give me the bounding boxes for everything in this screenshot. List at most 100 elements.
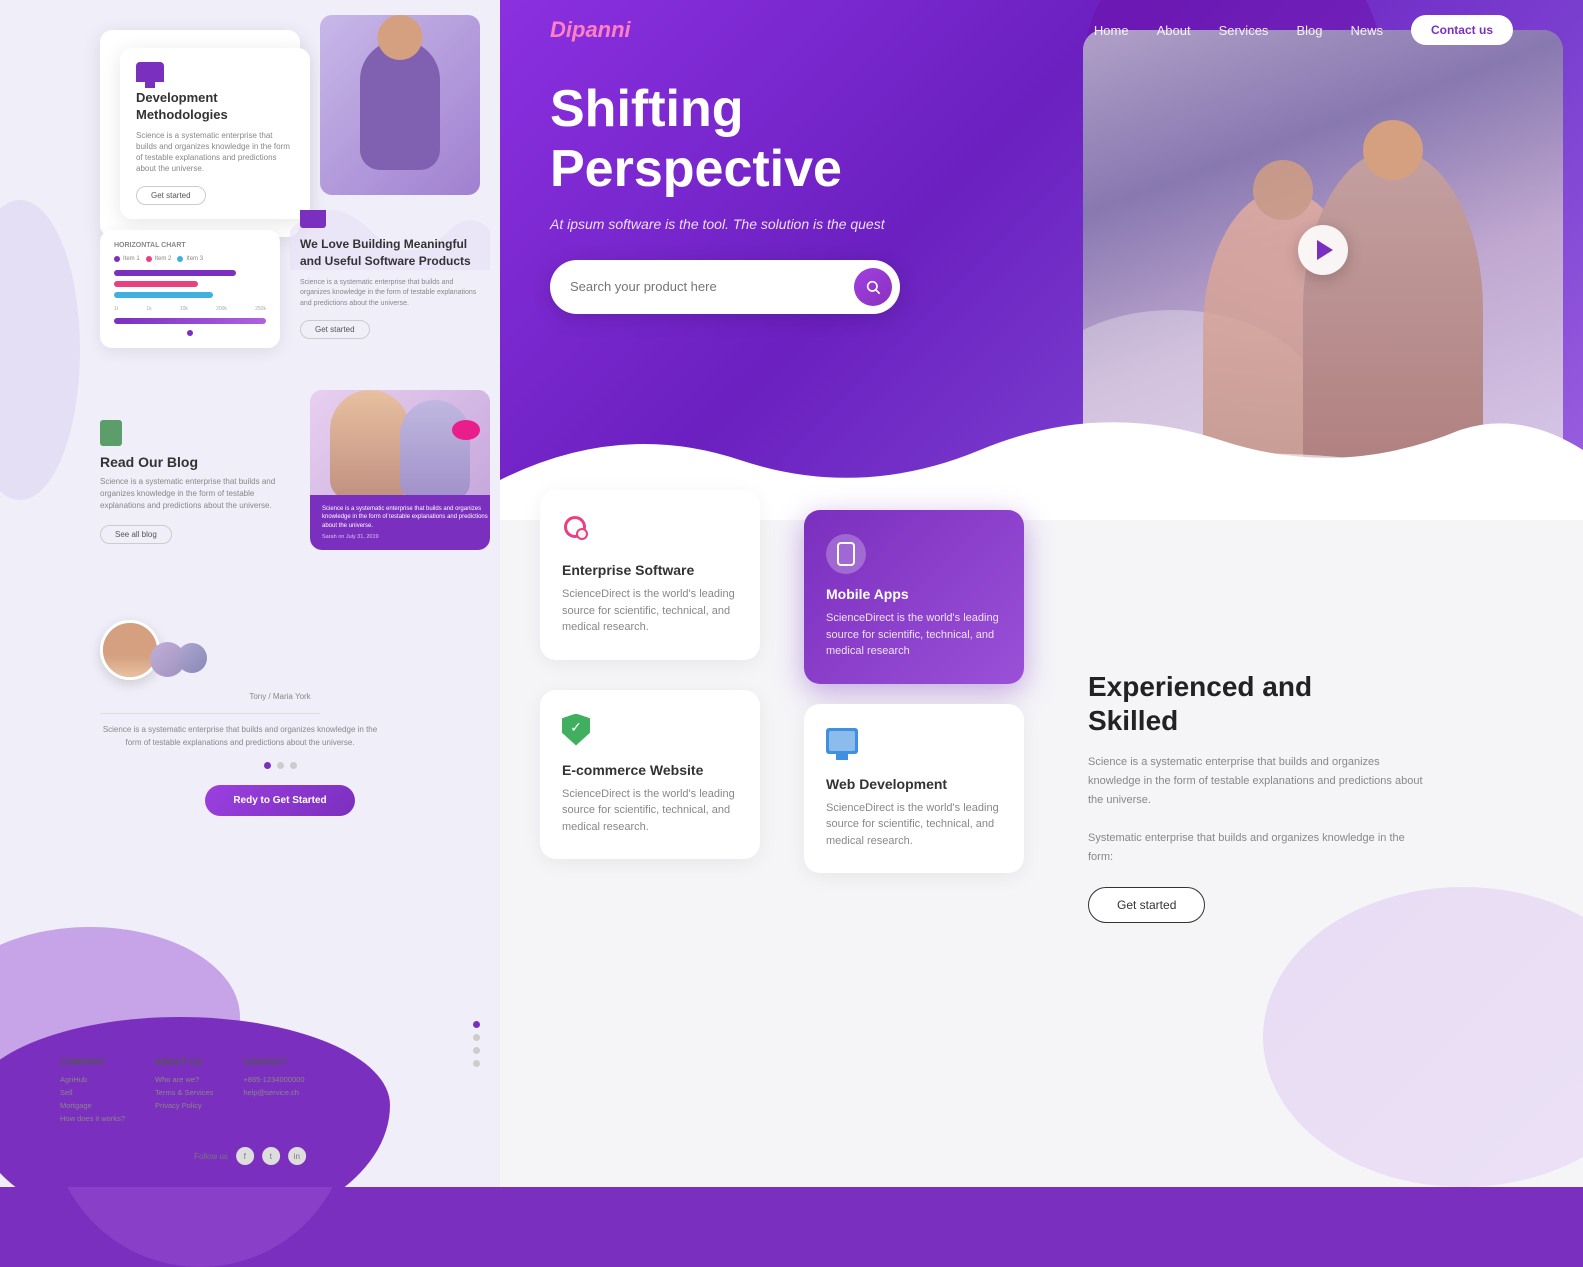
hero-person-head-2 (1253, 160, 1313, 220)
right-blob-1 (1263, 887, 1583, 1187)
footer-link-howdoes[interactable]: How does it works? (60, 1114, 125, 1123)
shield-icon: ✓ (562, 714, 590, 746)
x-label-4: 200k (216, 306, 227, 312)
page-dot-3[interactable] (473, 1047, 480, 1054)
webdev-card: Web Development ScienceDirect is the wor… (804, 704, 1024, 874)
ready-btn[interactable]: Redy to Get Started (205, 785, 354, 816)
avatar-inner (103, 623, 157, 677)
nav-home[interactable]: Home (1094, 23, 1129, 38)
ecommerce-desc: ScienceDirect is the world's leading sou… (562, 786, 738, 836)
blog-date: Sarah on July 31, 2019 (322, 534, 478, 540)
chart-bar-row-2 (114, 281, 266, 287)
person-silhouette (360, 40, 440, 170)
play-button[interactable] (1298, 225, 1348, 275)
search-bar (550, 260, 900, 314)
footer-about-heading: ABOUT US (155, 1057, 213, 1067)
footer-email[interactable]: help@service.ch (243, 1088, 304, 1097)
nav-news[interactable]: News (1350, 23, 1383, 38)
enterprise-title: Enterprise Software (562, 562, 738, 578)
nav-services[interactable]: Services (1219, 23, 1269, 38)
nav-blog[interactable]: Blog (1296, 23, 1322, 38)
footer-company-heading: COMPANY (60, 1057, 125, 1067)
experienced-title: Experienced and Skilled (1088, 670, 1543, 737)
enterprise-desc: ScienceDirect is the world's leading sou… (562, 586, 738, 636)
blog-person-1 (330, 390, 410, 500)
chart-footer-bar (114, 318, 266, 324)
testimonial-dot-1[interactable] (264, 762, 271, 769)
page-dot-1[interactable] (473, 1021, 480, 1028)
email-badge (452, 420, 480, 440)
blog-person-2 (400, 400, 470, 500)
testimonial-dot-2[interactable] (277, 762, 284, 769)
left-bg-side (0, 200, 80, 500)
blog-overlay-card: Science is a systematic enterprise that … (310, 495, 490, 550)
experienced-col: Experienced and Skilled Science is a sys… (1048, 490, 1543, 923)
software-heading: We Love Building Meaningful and Useful S… (300, 236, 480, 270)
phone-shape (837, 542, 855, 566)
cards-middle-col: Mobile Apps ScienceDirect is the world's… (804, 490, 1024, 873)
social-twitter[interactable]: t (262, 1147, 280, 1165)
dev-card-title: Development Methodologies (136, 90, 294, 124)
nav-about[interactable]: About (1157, 23, 1191, 38)
experienced-get-started-btn[interactable]: Get started (1088, 887, 1205, 923)
footer-link-privacy[interactable]: Privacy Policy (155, 1101, 213, 1110)
chart-right-content: We Love Building Meaningful and Useful S… (300, 210, 480, 339)
legend-dot-1 (114, 256, 120, 262)
enterprise-card: Enterprise Software ScienceDirect is the… (540, 490, 760, 660)
footer-link-whoare[interactable]: Who are we? (155, 1075, 213, 1084)
footer-link-agrihub[interactable]: AgriHub (60, 1075, 125, 1084)
webdev-title: Web Development (826, 776, 1002, 792)
mobile-title: Mobile Apps (826, 586, 1002, 602)
social-instagram[interactable]: in (288, 1147, 306, 1165)
footer-link-sell[interactable]: Sell (60, 1088, 125, 1097)
chart-bars (114, 270, 266, 298)
monitor-icon-service (826, 728, 858, 754)
contact-btn[interactable]: Contact us (1411, 15, 1513, 45)
hero-content: Shifting Perspective At ipsum software i… (550, 80, 1070, 314)
service-cards-left: Enterprise Software ScienceDirect is the… (540, 490, 780, 859)
see-blog-btn[interactable]: See all blog (100, 525, 172, 544)
ecommerce-card: ✓ E-commerce Website ScienceDirect is th… (540, 690, 760, 860)
hero-headline: Shifting Perspective (550, 80, 1070, 200)
chart-title: HORIZONTAL CHART (114, 242, 266, 249)
experienced-desc1: Science is a systematic enterprise that … (1088, 753, 1428, 809)
blog-icon (100, 420, 122, 446)
testimonial-dots (100, 762, 460, 769)
legend-dot-2 (146, 256, 152, 262)
footer-contact-heading: CONTACT (243, 1057, 304, 1067)
footer-dot-nav (473, 1021, 480, 1067)
chart-bar-2 (114, 281, 198, 287)
software-get-started-btn[interactable]: Get started (300, 320, 370, 339)
chart-bar-row-1 (114, 270, 266, 276)
avatar-main (100, 620, 160, 680)
legend-label-3: Item 3 (186, 256, 203, 262)
software-description: Science is a systematic enterprise that … (300, 278, 480, 310)
x-label-5: 250k (255, 306, 266, 312)
hero-person-head-1 (1363, 120, 1423, 180)
section-testimonial: Tony / Maria York Science is a systemati… (100, 620, 460, 816)
right-panel: Dipanni Home About Services Blog News Co… (500, 0, 1583, 1187)
page-dot-4[interactable] (473, 1060, 480, 1067)
footer-about-col: ABOUT US Who are we? Terms & Services Pr… (155, 1057, 213, 1127)
testimonial-dot-3[interactable] (290, 762, 297, 769)
testimonial-divider (100, 713, 320, 714)
footer-phone[interactable]: +865-1234000000 (243, 1075, 304, 1084)
footer-link-mortgage[interactable]: Mortgage (60, 1101, 125, 1110)
email-icon-small (300, 210, 326, 228)
page-dot-2[interactable] (473, 1034, 480, 1041)
search-button[interactable] (854, 268, 892, 306)
services-grid: Enterprise Software ScienceDirect is the… (540, 490, 1543, 923)
x-label-2: 1k (146, 306, 151, 312)
dev-get-started-btn[interactable]: Get started (136, 186, 206, 205)
mobile-card: Mobile Apps ScienceDirect is the world's… (804, 510, 1024, 684)
webdev-desc: ScienceDirect is the world's leading sou… (826, 800, 1002, 850)
footer-link-terms[interactable]: Terms & Services (155, 1088, 213, 1097)
play-icon (1317, 240, 1333, 260)
social-facebook[interactable]: f (236, 1147, 254, 1165)
chart-legend: Item 1 Item 2 Item 3 (114, 255, 266, 262)
logo: Dipanni (550, 17, 631, 43)
blog-image: Science is a systematic enterprise that … (310, 390, 490, 550)
section-dev: Development Methodologies Science is a s… (100, 30, 460, 237)
navbar: Dipanni Home About Services Blog News Co… (500, 0, 1583, 60)
search-input[interactable] (570, 279, 854, 294)
